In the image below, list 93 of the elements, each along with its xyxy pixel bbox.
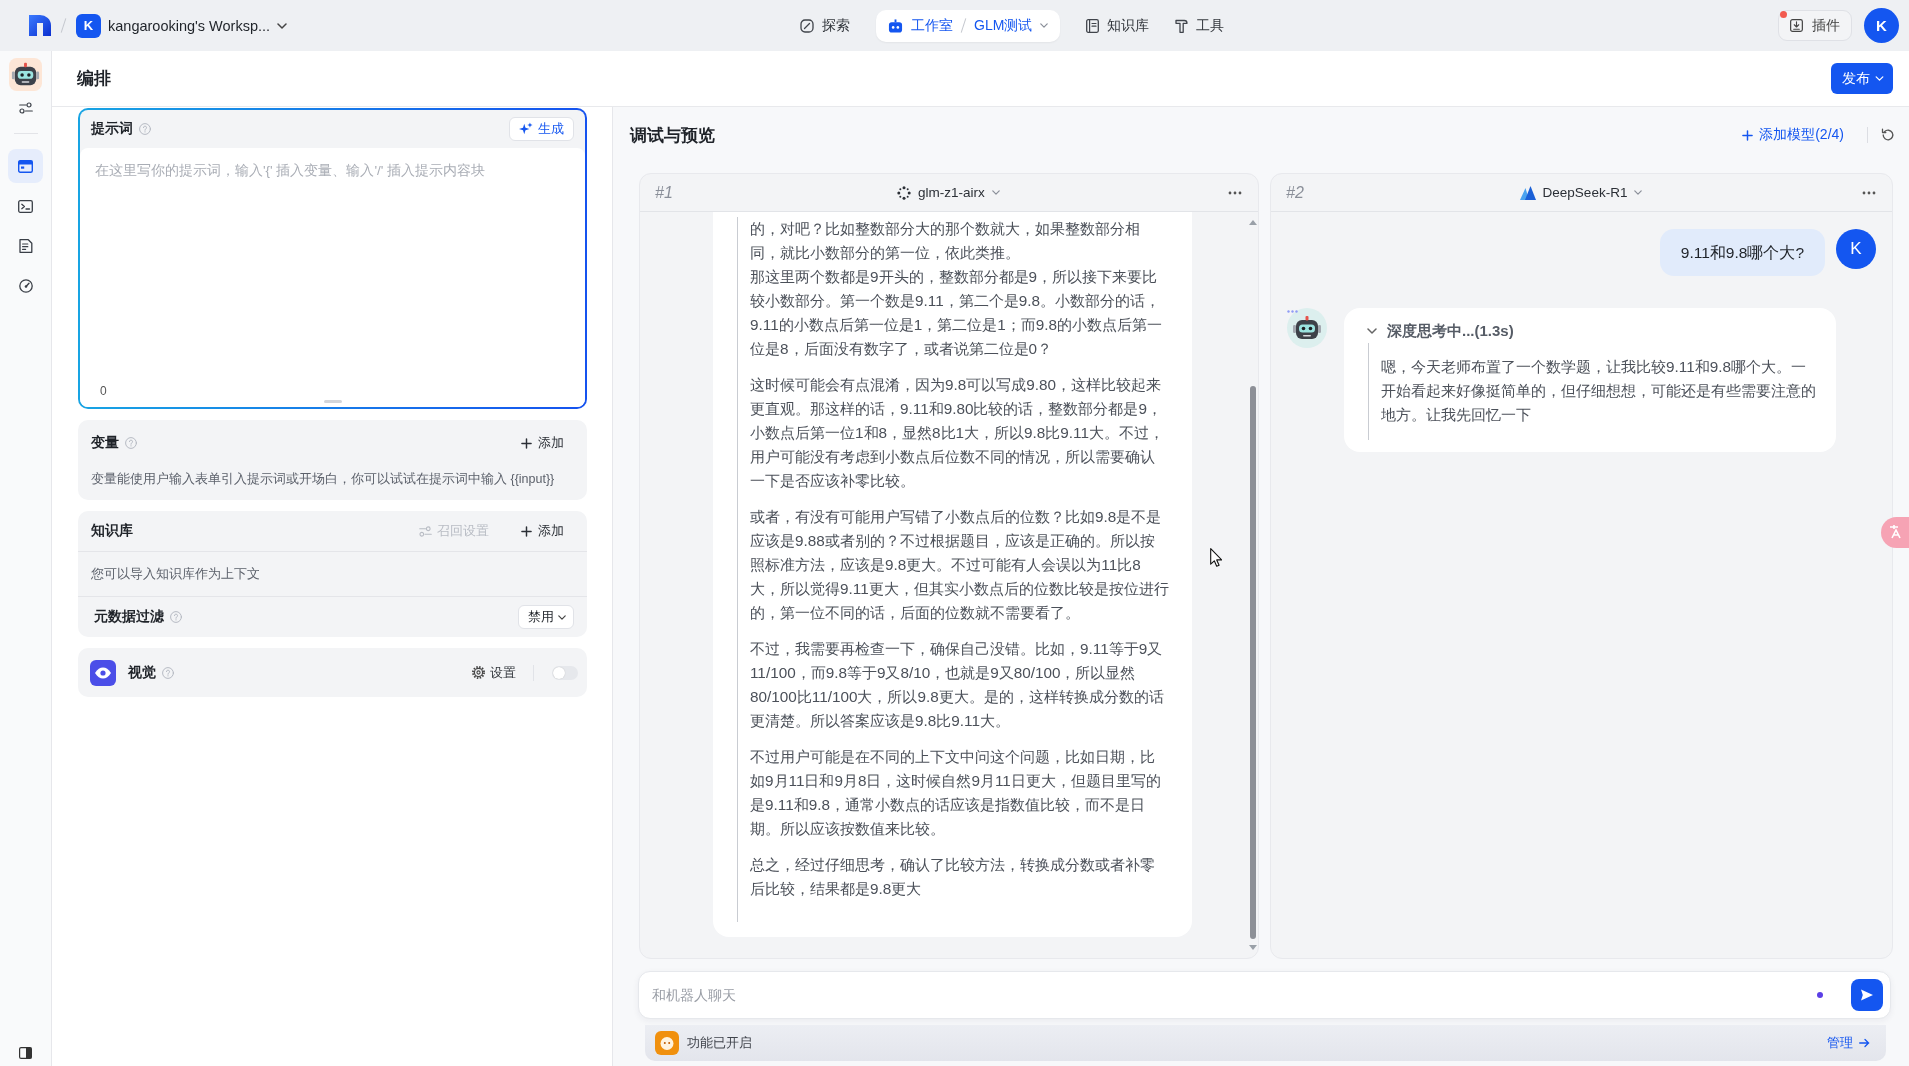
terminal-icon [18, 199, 33, 213]
plus-icon [1742, 129, 1754, 141]
chevron-down-icon [991, 190, 1000, 195]
robot-icon [888, 18, 903, 33]
section-title: 提示词 [91, 120, 133, 138]
chevron-down-icon [1875, 76, 1884, 81]
user-avatar[interactable]: K [1864, 8, 1899, 43]
gear-icon [472, 666, 485, 679]
nav-link[interactable]: 知识库 [1086, 9, 1150, 42]
thinking-text: 这时候可能会有点混淆，因为9.8可以写成9.80，这样比较起来更直观。那这样的话，9.11和9.80比较的话，整数部分都是9，小数点后第一位1和8，显然8比1大，所以9.8比9.11大。不过，用户可能没有考虑到小数点后位数不同的情况，所以需要确认一下是否应该补零比较。 [750, 375, 1165, 491]
smiley-tile-icon [655, 1031, 679, 1055]
chat-input-box[interactable]: 和机器人聊天 [638, 971, 1891, 1019]
manage-link[interactable]: 管理 [1827, 1034, 1870, 1052]
document-icon [18, 239, 33, 253]
eye-icon [90, 659, 116, 686]
arrow-right-icon [1859, 1038, 1870, 1048]
nav-tab[interactable]: 工作室 [888, 9, 953, 42]
page-title: 编排 [77, 68, 111, 90]
resize-handle[interactable] [323, 400, 342, 403]
more-icon[interactable] [1862, 190, 1876, 195]
send-icon [1860, 988, 1874, 1002]
generate-button[interactable]: 生成 [509, 117, 574, 141]
section-title: 视觉 [128, 663, 156, 682]
nav-link[interactable]: 探索 [800, 9, 850, 42]
panel-title: 调试与预览 [630, 124, 715, 147]
window-icon [18, 159, 33, 173]
section-title: 知识库 [91, 522, 133, 540]
refresh-icon[interactable] [1881, 128, 1895, 142]
section-description: 您可以导入知识库作为上下文 [91, 565, 260, 583]
robot-avatar-icon [9, 58, 42, 91]
peaks-icon [1519, 185, 1536, 200]
plus-icon [521, 525, 532, 537]
send-button[interactable] [1851, 979, 1883, 1011]
user-message: 9.11和9.8哪个大? [1659, 229, 1825, 276]
chevron-down-icon [1040, 23, 1049, 28]
tray-arrow-icon [1790, 19, 1803, 32]
model-selector[interactable]: glm-z1-airx [897, 185, 1000, 200]
user-avatar: K [1836, 229, 1876, 269]
thinking-text: 总之，经过仔细思考，确认了比较方法，转换成分数或者补零后比较，结果都是9.8更大 [750, 855, 1156, 899]
workspace-badge: K [76, 13, 101, 38]
features-label: 功能已开启 [687, 1034, 752, 1052]
thinking-text: 嗯，今天老师布置了一个数学题，让我比较9.11和9.8哪个大。一开始看起来好像挺简单的，但仔细想想，可能还是有些需要注意的地方。让我先回忆一下 [1381, 357, 1817, 425]
char-count: 0 [100, 384, 107, 398]
thinking-text: 那这里两个数都是9开头的，整数部分都是9，所以接下来要比较小数部分。第一个数是9.11，第二个是9.8。小数部分的话，9.11的小数点后第一位是1，第二位是1；而9.8的小数点后第一位是8，后面没有数字了，或者说第二位是0？ [750, 267, 1163, 359]
scrollbar-thumb[interactable] [1250, 386, 1256, 939]
chevron-down-icon [558, 614, 566, 620]
chat-input[interactable]: 和机器人聊天 [652, 983, 1817, 1007]
dotted-ring-icon [897, 185, 912, 200]
help-icon [125, 437, 137, 449]
sidebar-item[interactable] [8, 149, 43, 183]
hammer-icon [1175, 18, 1189, 33]
mouse-pointer-icon [1210, 548, 1222, 567]
prompt-editor[interactable]: 在这里写你的提示词，输入'{' 插入变量、输入'/' 插入提示内容块 0 [80, 148, 585, 407]
section-title: 变量 [91, 434, 119, 452]
add-button[interactable]: 添加 [521, 522, 564, 540]
help-icon [162, 666, 174, 679]
slashed-square-icon [800, 18, 814, 33]
filter-dropdown[interactable]: 禁用 [518, 605, 574, 629]
help-icon [170, 611, 182, 623]
project-dropdown[interactable]: GLM测试 [974, 9, 1049, 42]
gauge-icon [18, 279, 33, 293]
thinking-text: 或者，有没有可能用户写错了小数点后的位数？比如9.8是不是应该是9.88或者别的？不过根据题目，应该是正确的。所以按照标准方法，应该是9.8更大。不过可能有人会误以为11比8大，所以觉得9.11更大，但其实小数点后的位数比较是按位进行的，第一位不同的话，后面的位数就不需要看了。 [750, 507, 1169, 623]
prompt-input[interactable]: 在这里写你的提示词，输入'{' 插入变量、输入'/' 插入提示内容块 [95, 161, 570, 378]
plugins-button[interactable]: 插件 [1778, 10, 1852, 41]
plus-icon [521, 437, 532, 449]
panel-toggle-icon[interactable] [19, 1047, 32, 1059]
thinking-text: 的，对吧？比如整数部分大的那个数就大，如果整数部分相同，就比小数部分的第一位，依此类推。 [750, 219, 1141, 263]
sliders-icon [419, 525, 432, 537]
nav-link[interactable]: 工具 [1175, 9, 1225, 42]
section-description: 变量能使用户输入表单引入提示词或开场白，你可以试试在提示词中输入 {{input}} [90, 471, 556, 488]
workspace-switcher[interactable]: K kangarooking's Worksp... [76, 13, 288, 38]
add-button[interactable]: 添加 [521, 434, 564, 452]
sparkle-icon [519, 122, 533, 136]
thinking-toggle[interactable]: 深度思考中...(1.3s) [1367, 319, 1514, 343]
column-index: #1 [655, 183, 673, 202]
filter-label: 元数据过滤 [94, 608, 164, 626]
column-index: #2 [1286, 183, 1304, 202]
publish-button[interactable]: 发布 [1831, 63, 1893, 94]
settings-button[interactable]: 设置 [472, 663, 516, 682]
book-icon [1086, 18, 1100, 33]
toggle-switch[interactable] [552, 665, 578, 680]
thinking-text: 不过，我需要再检查一下，确保自己没错。比如，9.11等于9又11/100，而9.8等于9又8/10，也就是9又80/100，所以显然80/100比11/100大，所以9.8更大。是的，这样转换成分数的话更清楚。所以答案应该是9.8比9.11大。 [750, 639, 1165, 731]
help-icon [139, 123, 151, 135]
sliders-icon [18, 102, 33, 114]
app-logo-icon [29, 15, 51, 36]
robot-avatar-icon [1287, 308, 1327, 348]
chevron-down-icon [1634, 190, 1643, 195]
dot-icon [1817, 992, 1823, 998]
model-selector[interactable]: DeepSeek-R1 [1519, 185, 1643, 200]
add-model-button[interactable]: 添加模型(2/4) [1742, 126, 1844, 144]
more-icon[interactable] [1228, 190, 1242, 195]
chevron-down-icon [277, 22, 288, 29]
thinking-text: 不过用户可能是在不同的上下文中问这个问题，比如日期，比如9月11日和9月8日，这时候自然9月11日更大，但题目里写的是9.11和9.8，通常小数点的话应该是指数值比较，而不是日期。所以应该按数值来比较。 [750, 747, 1162, 839]
